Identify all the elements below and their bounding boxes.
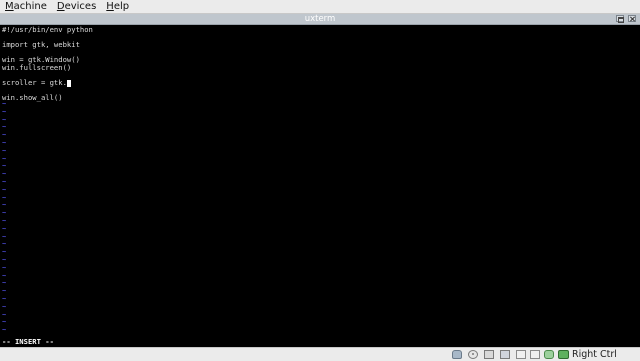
display-icon[interactable] (530, 350, 540, 359)
menu-help[interactable]: Help (101, 0, 134, 13)
optical-drive-icon[interactable] (468, 350, 478, 359)
menu-machine-label: achine (13, 1, 47, 12)
menu-machine[interactable]: Machine (0, 0, 52, 13)
host-status-bar: Right Ctrl (0, 347, 640, 361)
hard-disk-icon[interactable] (452, 350, 462, 359)
code-line: win.show_all() (2, 94, 93, 102)
close-button[interactable] (628, 15, 636, 22)
code-line-text: #!/usr/bin/env python (2, 25, 93, 34)
menu-help-mnemonic: H (106, 1, 114, 12)
code-line: import gtk, webkit (2, 41, 93, 49)
window-title-bar[interactable]: uxterm (0, 14, 640, 25)
capture-arrow-icon[interactable] (558, 350, 569, 359)
network-icon[interactable] (500, 350, 510, 359)
text-cursor (66, 79, 71, 87)
editor-buffer[interactable]: #!/usr/bin/env python import gtk, webkit w… (2, 26, 93, 102)
code-line: #!/usr/bin/env python (2, 26, 93, 34)
code-line-text: scroller = gtk. (2, 78, 67, 88)
maximize-button[interactable] (616, 15, 624, 23)
menu-devices-label: evices (64, 1, 97, 12)
terminal-area[interactable]: #!/usr/bin/env python import gtk, webkit w… (0, 25, 640, 347)
code-line-text: win.show_all() (2, 93, 63, 103)
usb-icon[interactable] (484, 350, 494, 359)
shared-folders-icon[interactable] (516, 350, 526, 359)
tilde-marker: ~ (2, 326, 7, 335)
code-line: scroller = gtk. (2, 79, 93, 87)
vim-mode-indicator: -- INSERT -- (2, 337, 54, 346)
empty-line-markers: ~ ~ ~ ~ ~ ~ ~ ~ ~ ~ ~ ~ ~ ~ ~ ~ ~ ~ ~ ~ ~ ~ ~ ~ ~ ~ ~ ~ ~ ~ (2, 100, 7, 335)
host-key-label: Right Ctrl (572, 349, 617, 360)
menu-machine-mnemonic: M (5, 1, 14, 12)
host-menu-bar: Machine Devices Help (0, 0, 640, 14)
mouse-integration-icon[interactable] (544, 350, 554, 359)
menu-devices[interactable]: Devices (52, 0, 101, 13)
code-line-text: win.fullscreen() (2, 62, 72, 72)
menu-devices-mnemonic: D (56, 1, 65, 12)
code-line: win.fullscreen() (2, 64, 93, 72)
code-line-text: import gtk, webkit (2, 40, 80, 50)
menu-help-label: elp (113, 1, 130, 12)
window-title: uxterm (304, 14, 336, 24)
